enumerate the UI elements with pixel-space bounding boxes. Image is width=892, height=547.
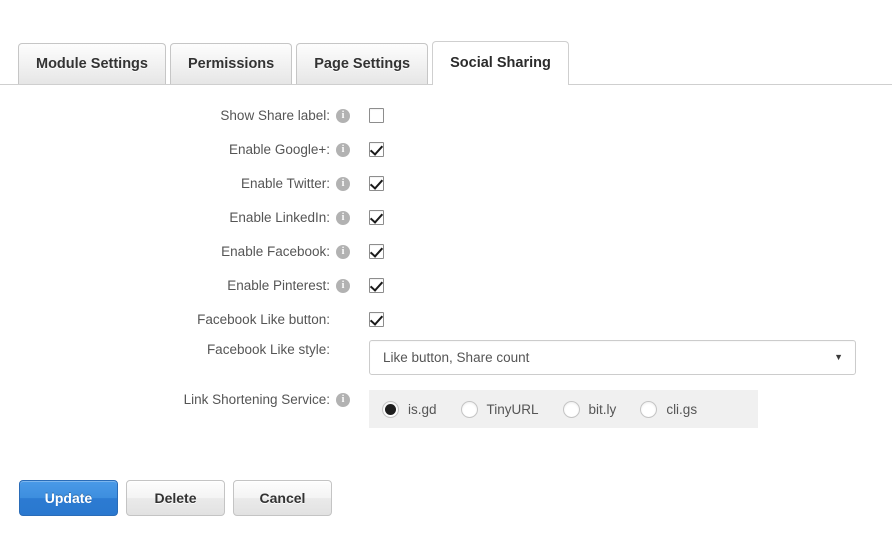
radio-label: cli.gs [666,402,697,417]
form-row-enable-facebook: Enable Facebook: i [0,242,384,264]
radio-label: bit.ly [589,402,617,417]
checkbox-enable-twitter[interactable] [369,176,384,191]
form-row-facebook-like-button: Facebook Like button: [0,310,384,332]
form-row-link-shortening-service: Link Shortening Service:iis.gdTinyURLbit… [0,390,758,412]
tab-social-sharing[interactable]: Social Sharing [432,41,569,85]
radio-option-is-gd[interactable]: is.gd [382,401,437,418]
form-action-buttons: UpdateDeleteCancel [19,480,332,516]
radio-dot[interactable] [382,401,399,418]
info-icon[interactable]: i [336,177,350,191]
cancel-button[interactable]: Cancel [233,480,332,516]
form-row-facebook-like-style: Facebook Like style: Like button, Share c… [0,340,856,362]
label-enable-twitter: Enable Twitter: [0,174,330,194]
form-row-show-share-label: Show Share label: i [0,106,384,128]
tab-strip: Module SettingsPermissionsPage SettingsS… [0,0,892,85]
radio-dot[interactable] [563,401,580,418]
checkbox-enable-pinterest[interactable] [369,278,384,293]
checkbox-enable-linkedin[interactable] [369,210,384,225]
control-facebook-like-button [369,310,384,327]
chevron-down-icon: ▼ [834,353,843,362]
label-enable-pinterest: Enable Pinterest: [0,276,330,296]
label-link-shortening-service: Link Shortening Service: [0,390,330,410]
delete-button[interactable]: Delete [126,480,225,516]
label-enable-facebook: Enable Facebook: [0,242,330,262]
info-icon[interactable]: i [336,211,350,225]
radio-option-cli-gs[interactable]: cli.gs [640,401,697,418]
form-row-enable-twitter: Enable Twitter: i [0,174,384,196]
label-show-share-label: Show Share label: [0,106,330,126]
control-show-share-label [369,106,384,123]
checkbox-facebook-like-button[interactable] [369,312,384,327]
control-enable-twitter [369,174,384,191]
info-icon[interactable]: i [336,279,350,293]
info-icon[interactable]: i [336,109,350,123]
info-icon[interactable]: i [336,245,350,259]
checkbox-enable-google-[interactable] [369,142,384,157]
tab-permissions[interactable]: Permissions [170,43,292,84]
form-row-enable-linkedin: Enable LinkedIn: i [0,208,384,230]
update-button[interactable]: Update [19,480,118,516]
tab-module-settings[interactable]: Module Settings [18,43,166,84]
label-enable-linkedin: Enable LinkedIn: [0,208,330,228]
control-facebook-like-style: Like button, Share count▼ [369,340,856,375]
tab-page-settings[interactable]: Page Settings [296,43,428,84]
tab-list: Module SettingsPermissionsPage SettingsS… [18,43,569,84]
radio-label: is.gd [408,402,437,417]
radio-option-bit-ly[interactable]: bit.ly [563,401,617,418]
control-enable-linkedin [369,208,384,225]
label-facebook-like-style: Facebook Like style: [0,340,330,360]
info-icon[interactable]: i [336,393,350,407]
form-row-enable-google-: Enable Google+: i [0,140,384,162]
control-enable-pinterest [369,276,384,293]
checkbox-show-share-label[interactable] [369,108,384,123]
checkbox-enable-facebook[interactable] [369,244,384,259]
radio-option-tinyurl[interactable]: TinyURL [461,401,539,418]
radio-label: TinyURL [487,402,539,417]
form-row-enable-pinterest: Enable Pinterest: i [0,276,384,298]
control-enable-facebook [369,242,384,259]
info-icon[interactable]: i [336,143,350,157]
select-selected-value: Like button, Share count [383,350,834,365]
link-shortening-radio-group: is.gd TinyURL bit.ly cli.gs [369,390,758,428]
label-facebook-like-button: Facebook Like button: [0,310,330,330]
control-link-shortening-service: is.gd TinyURL bit.ly cli.gs [369,390,758,428]
radio-dot[interactable] [461,401,478,418]
radio-dot[interactable] [640,401,657,418]
facebook-like-style-select[interactable]: Like button, Share count▼ [369,340,856,375]
label-enable-google-: Enable Google+: [0,140,330,160]
social-sharing-form: Show Share label:iEnable Google+:iEnable… [0,85,892,547]
control-enable-google- [369,140,384,157]
